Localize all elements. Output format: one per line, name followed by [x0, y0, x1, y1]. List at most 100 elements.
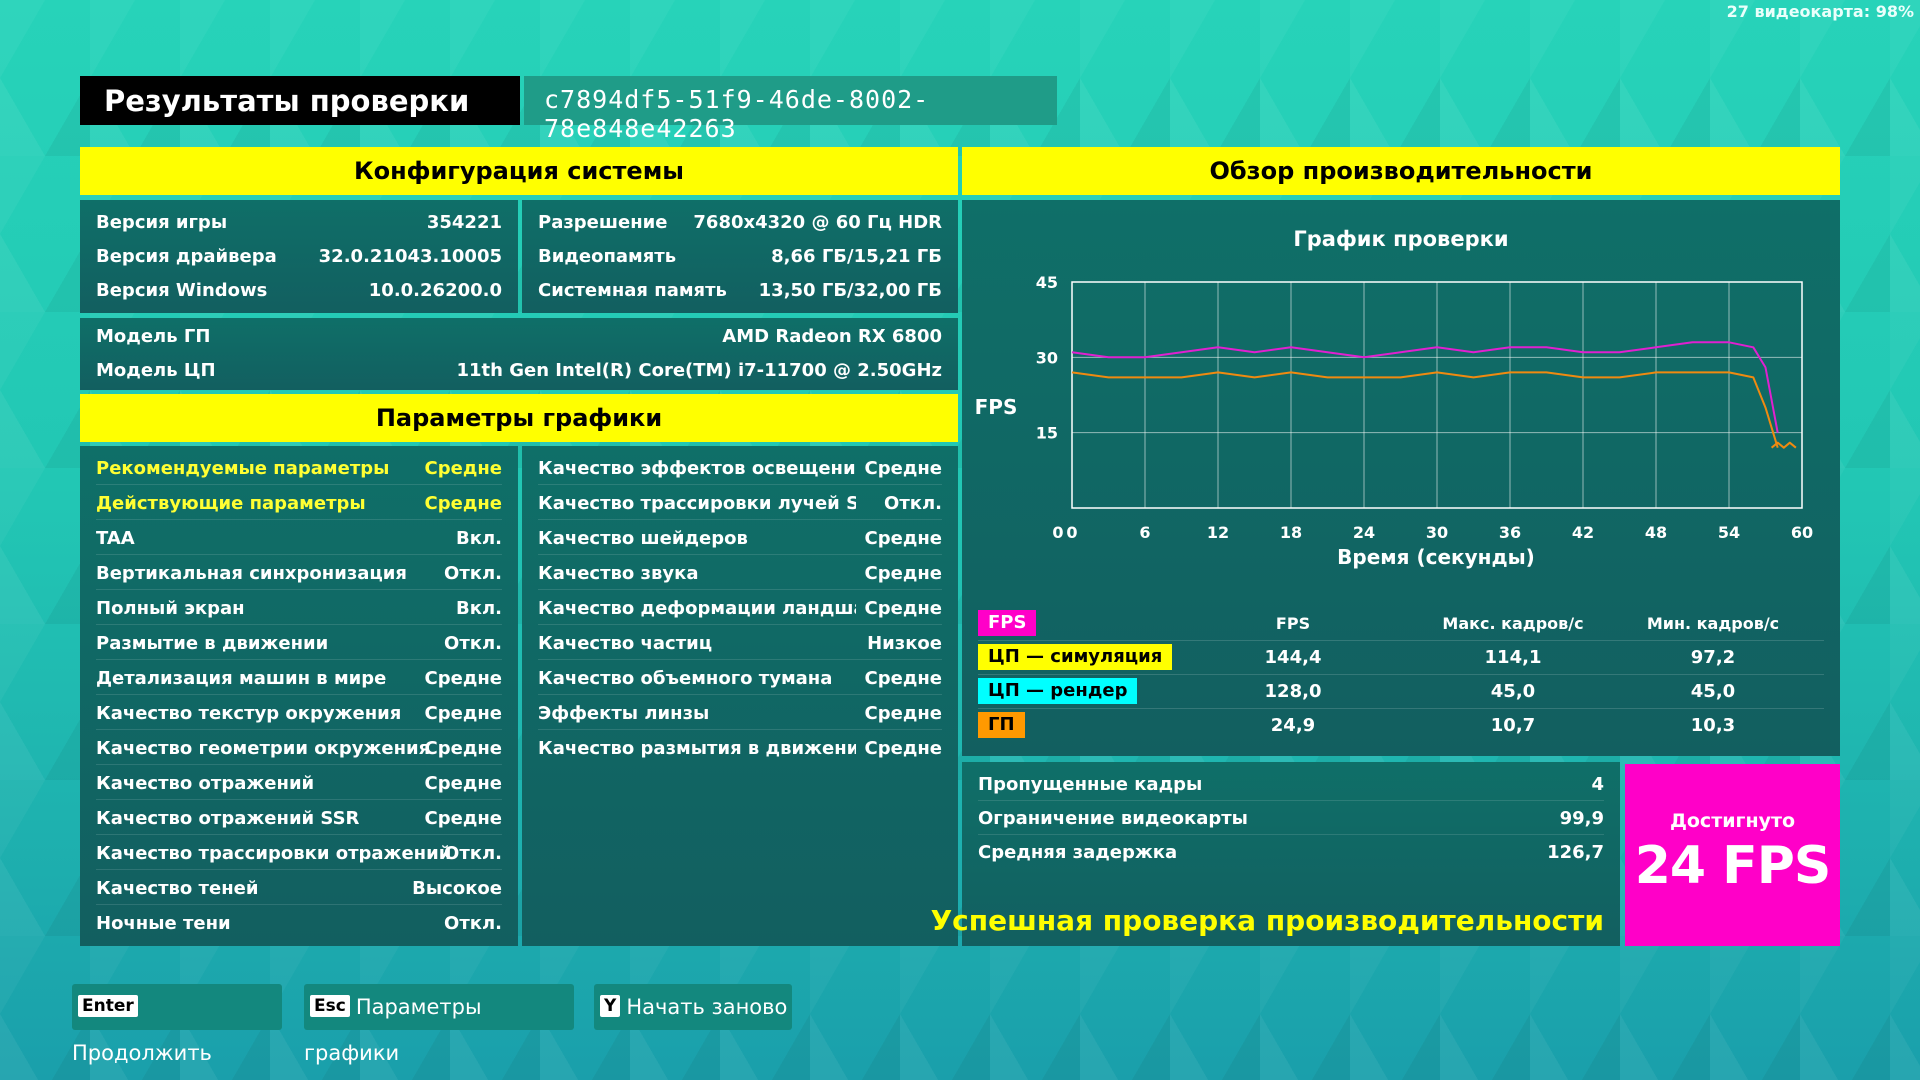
y-tick-label: 30: [1036, 348, 1058, 367]
x-tick-label: 54: [1718, 523, 1740, 542]
legend-cpu-render: ЦП — рендер: [978, 678, 1138, 704]
info-value: 11th Gen Intel(R) Core(TM) i7-11700 @ 2.…: [456, 360, 943, 381]
setting-value: Средне: [424, 808, 502, 829]
setting-value: Откл.: [444, 633, 502, 654]
x-tick-label: 36: [1499, 523, 1521, 542]
setting-key: Эффекты линзы: [538, 703, 710, 724]
enter-key-icon: Enter: [78, 995, 138, 1017]
esc-key-icon: Esc: [310, 995, 350, 1017]
legend-fps: FPS: [978, 610, 1037, 636]
achieved-label: Достигнуто: [1669, 810, 1796, 832]
setting-value: Средне: [424, 703, 502, 724]
setting-value: Средне: [864, 738, 942, 759]
stat-value: 10,3: [1690, 715, 1736, 736]
setting-key: Качество шейдеров: [538, 528, 748, 549]
summary-key: Пропущенные кадры: [978, 774, 1203, 795]
setting-value: Откл.: [444, 913, 502, 934]
info-row: Версия драйвера 32.0.21043.10005: [96, 240, 502, 272]
chart-y-label: FPS: [975, 395, 1018, 419]
stat-value: 97,2: [1690, 647, 1736, 668]
info-key: Модель ЦП: [96, 360, 216, 381]
setting-value: Высокое: [412, 878, 502, 899]
setting-row: Качество деформации ландшафта Средне: [538, 592, 942, 625]
x-tick-label: 6: [1139, 523, 1150, 542]
performance-panel: График проверки FPS Время (секунды) 0 6 12…: [962, 200, 1840, 756]
results-title-box: Результаты проверки: [80, 76, 520, 125]
stats-col-min: Мин. кадров/с: [1646, 614, 1780, 633]
summary-value: 4: [1591, 774, 1604, 795]
continue-button[interactable]: Enter Продолжить: [72, 984, 282, 1065]
setting-row: Вертикальная синхронизация Откл.: [96, 557, 502, 590]
chart-grid: 0 6 12 18 24 30 36 42 48 54 60 0 15 30 45: [1036, 273, 1813, 542]
setting-row: Качество звука Средне: [538, 557, 942, 590]
info-value: AMD Radeon RX 6800: [722, 326, 942, 347]
setting-value: Вкл.: [456, 528, 502, 549]
setting-row: Качество отражений SSR Средне: [96, 802, 502, 835]
stat-value: 144,4: [1264, 647, 1322, 668]
setting-row: Качество эффектов освещения : Средне: [538, 452, 942, 485]
stat-value: 114,1: [1484, 647, 1542, 668]
benchmark-chart: График проверки FPS Время (секунды) 0 6 12…: [975, 227, 1814, 569]
info-key: Разрешение: [538, 212, 668, 233]
info-value: 32.0.21043.10005: [318, 246, 502, 267]
stats-row: ЦП — рендер 128,0 45,0 45,0: [978, 678, 1824, 709]
setting-key: Качество текстур окружения: [96, 703, 402, 724]
setting-value: Средне: [864, 668, 942, 689]
restart-button[interactable]: Y Начать заново: [594, 984, 792, 1030]
stats-row: ЦП — симуляция 144,4 114,1 97,2: [978, 644, 1824, 675]
graphics-settings-button[interactable]: Esc Параметры графики: [304, 984, 574, 1065]
setting-row: Ночные тени Откл.: [96, 907, 502, 939]
setting-row: Действующие параметры Средне: [96, 487, 502, 520]
setting-key: Качество объемного тумана: [538, 668, 833, 689]
setting-row: Качество геометрии окружения Средне: [96, 732, 502, 765]
setting-row: Детализация машин в мире Средне: [96, 662, 502, 695]
setting-key: Качество отражений SSR: [96, 808, 360, 829]
performance-header: Обзор производительности: [962, 147, 1840, 195]
setting-key: TAA: [96, 528, 135, 549]
info-key: Модель ГП: [96, 326, 211, 347]
x-tick-label: 42: [1572, 523, 1594, 542]
setting-key: Качество трассировки лучей SSGI: [538, 493, 856, 514]
chart-title: График проверки: [1293, 227, 1508, 251]
info-value: 10.0.26200.0: [368, 280, 502, 301]
achieved-fps-box: Достигнуто 24 FPS: [1625, 764, 1840, 946]
x-tick-label: 0: [1066, 523, 1077, 542]
setting-row: Качество трассировки лучей SSGI Откл.: [538, 487, 942, 520]
setting-key: Детализация машин в мире: [96, 668, 387, 689]
graphics-settings-header: Параметры графики: [80, 394, 958, 442]
summary-key: Средняя задержка: [978, 842, 1178, 863]
setting-row: Эффекты линзы Средне: [538, 697, 942, 730]
setting-key: Качество трассировки отражений: [96, 843, 452, 864]
setting-key: Действующие параметры: [96, 493, 366, 514]
hardware-panel: Модель ГП AMD Radeon RX 6800 Модель ЦП 11t…: [80, 318, 958, 390]
stat-value: 10,7: [1490, 715, 1536, 736]
setting-row: Размытие в движении Откл.: [96, 627, 502, 660]
info-key: Версия Windows: [96, 280, 268, 301]
info-value: 354221: [426, 212, 502, 233]
chart-series: [1071, 341, 1797, 449]
summary-value: 99,9: [1559, 808, 1604, 829]
info-row: Версия Windows 10.0.26200.0: [96, 274, 502, 306]
stat-value: 45,0: [1690, 681, 1736, 702]
setting-value: Низкое: [867, 633, 942, 654]
setting-row: Качество частиц Низкое: [538, 627, 942, 660]
setting-key: Качество эффектов освещения :: [538, 458, 856, 479]
series-line-1: [1071, 371, 1779, 448]
y-key-icon: Y: [600, 995, 621, 1017]
stats-col-max: Макс. кадров/с: [1442, 614, 1584, 633]
x-tick-label: 18: [1280, 523, 1302, 542]
setting-value: Средне: [424, 493, 502, 514]
setting-value: Средне: [424, 773, 502, 794]
info-row: Системная память 13,50 ГБ/32,00 ГБ: [538, 274, 942, 306]
setting-key: Качество отражений: [96, 773, 315, 794]
setting-row: Качество текстур окружения Средне: [96, 697, 502, 730]
setting-key: Качество деформации ландшафта: [538, 598, 856, 619]
setting-key: Качество геометрии окружения: [96, 738, 431, 759]
setting-row: Рекомендуемые параметры Средне: [96, 452, 502, 485]
series-line-2: [1770, 441, 1797, 449]
setting-row: Качество теней Высокое: [96, 872, 502, 905]
summary-row: Средняя задержка 126,7: [978, 836, 1604, 868]
setting-key: Ночные тени: [96, 913, 231, 934]
setting-row: TAA Вкл.: [96, 522, 502, 555]
stats-header-row: FPS FPS Макс. кадров/с Мин. кадров/с: [978, 610, 1824, 641]
